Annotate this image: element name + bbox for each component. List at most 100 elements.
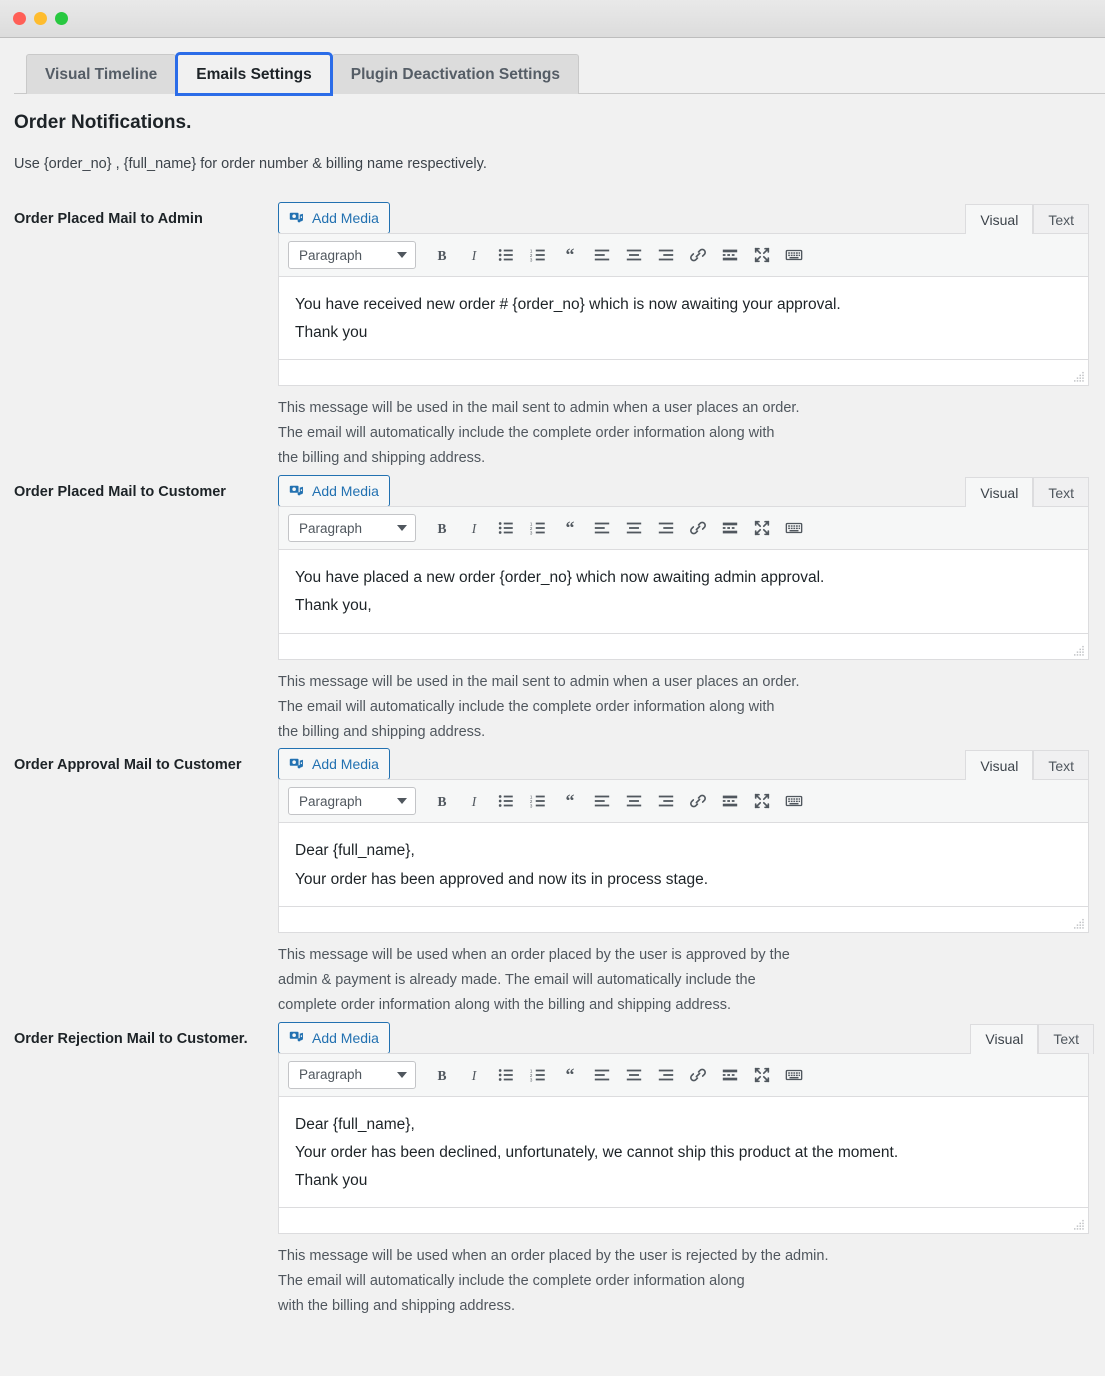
keyboard-shortcuts-icon[interactable]	[778, 787, 809, 815]
minimize-window-icon[interactable]	[34, 12, 47, 25]
notification-row: Order Placed Mail to Customer Add Media Vi…	[14, 471, 1089, 744]
editor-tab-visual[interactable]: Visual	[965, 204, 1034, 234]
add-media-button[interactable]: Add Media	[278, 1021, 390, 1054]
align-left-icon[interactable]	[586, 787, 617, 815]
add-media-label: Add Media	[312, 210, 379, 226]
tab-plugin-deactivation-settings[interactable]: Plugin Deactivation Settings	[331, 54, 580, 94]
field-help-line: admin & payment is already made. The ema…	[278, 971, 756, 988]
add-media-button[interactable]: Add Media	[278, 202, 390, 234]
page-subtitle: Use {order_no} , {full_name} for order n…	[14, 156, 487, 172]
read-more-icon[interactable]	[714, 241, 745, 269]
align-center-icon[interactable]	[618, 787, 649, 815]
add-media-label: Add Media	[312, 483, 379, 500]
format-select[interactable]: Paragraph	[288, 241, 416, 269]
media-icon	[288, 1029, 305, 1046]
media-icon	[288, 756, 305, 773]
align-left-icon[interactable]	[586, 514, 617, 542]
editor-tab-text[interactable]: Text	[1033, 750, 1089, 781]
align-right-icon[interactable]	[650, 241, 681, 269]
italic-icon[interactable]: I	[458, 787, 489, 815]
editor-tab-text[interactable]: Text	[1033, 204, 1089, 234]
keyboard-shortcuts-icon[interactable]	[778, 514, 809, 542]
link-icon[interactable]	[682, 1061, 713, 1089]
numbered-list-icon[interactable]: 123	[522, 241, 553, 269]
align-center-icon[interactable]	[618, 241, 649, 269]
link-icon[interactable]	[682, 787, 713, 815]
blockquote-icon[interactable]: “	[554, 241, 585, 269]
editor-tab-visual[interactable]: Visual	[965, 750, 1034, 781]
italic-icon[interactable]: I	[458, 241, 489, 269]
align-right-icon[interactable]	[650, 787, 681, 815]
blockquote-icon[interactable]: “	[554, 787, 585, 815]
read-more-icon[interactable]	[714, 514, 745, 542]
notification-row-label: Order Placed Mail to Customer	[14, 484, 226, 501]
blockquote-icon[interactable]: “	[554, 1061, 585, 1089]
align-right-icon[interactable]	[650, 514, 681, 542]
format-select[interactable]: Paragraph	[288, 1060, 416, 1089]
numbered-list-icon[interactable]: 123	[522, 514, 553, 542]
numbered-list-icon[interactable]: 123	[522, 1061, 553, 1089]
bold-icon[interactable]: B	[426, 514, 457, 542]
italic-icon[interactable]: I	[458, 1061, 489, 1089]
editor-statusbar	[279, 905, 1088, 932]
add-media-label: Add Media	[312, 1029, 379, 1046]
align-right-icon[interactable]	[650, 1061, 681, 1089]
bulleted-list-icon[interactable]	[490, 1061, 521, 1089]
read-more-icon[interactable]	[714, 1061, 745, 1089]
align-center-icon[interactable]	[618, 514, 649, 542]
fullscreen-icon[interactable]	[746, 1061, 777, 1089]
bulleted-list-icon[interactable]	[490, 514, 521, 542]
editor-tab-text[interactable]: Text	[1038, 1023, 1094, 1054]
add-media-button[interactable]: Add Media	[278, 748, 390, 781]
editor-toolbar: Paragraph B I 1 2 3 “	[279, 1053, 1088, 1097]
read-more-icon[interactable]	[714, 787, 745, 815]
rich-text-editor: Paragraph B I 1 2 3 “ You have received new ord…	[278, 233, 1089, 387]
italic-icon[interactable]: I	[458, 514, 489, 542]
keyboard-shortcuts-icon[interactable]	[778, 1061, 809, 1089]
editor-body[interactable]: Dear {full_name}, Your order has been dec…	[279, 1096, 1088, 1208]
bold-icon[interactable]: B	[426, 787, 457, 815]
notification-row-label: Order Placed Mail to Admin	[14, 211, 203, 227]
align-left-icon[interactable]	[586, 1061, 617, 1089]
bold-icon[interactable]: B	[426, 1061, 457, 1089]
editor-body[interactable]: Dear {full_name}, Your order has been app…	[279, 823, 1088, 906]
link-icon[interactable]	[682, 241, 713, 269]
close-window-icon[interactable]	[13, 12, 26, 25]
notification-row: Order Placed Mail to Admin Add Media Visua…	[14, 198, 1089, 471]
format-select[interactable]: Paragraph	[288, 787, 416, 816]
align-left-icon[interactable]	[586, 241, 617, 269]
tab-label: Plugin Deactivation Settings	[350, 65, 561, 83]
blockquote-icon[interactable]: “	[554, 514, 585, 542]
bold-icon[interactable]: B	[426, 241, 457, 269]
zoom-window-icon[interactable]	[55, 12, 68, 25]
chevron-down-icon	[397, 1071, 407, 1078]
add-media-button[interactable]: Add Media	[278, 475, 390, 508]
tab-emails-settings[interactable]: Emails Settings	[175, 52, 333, 96]
format-select[interactable]: Paragraph	[288, 514, 416, 543]
editor-body[interactable]: You have received new order # {order_no}…	[279, 277, 1088, 360]
editor-tab-text[interactable]: Text	[1033, 477, 1089, 508]
editor-tab-visual[interactable]: Visual	[970, 1023, 1039, 1054]
link-icon[interactable]	[682, 514, 713, 542]
align-center-icon[interactable]	[618, 1061, 649, 1089]
bulleted-list-icon[interactable]	[490, 787, 521, 815]
editor-statusbar	[279, 1207, 1088, 1234]
editor-body[interactable]: You have placed a new order {order_no} w…	[279, 550, 1088, 633]
page-title: Order Notifications.	[14, 112, 192, 133]
editor-tab-visual[interactable]: Visual	[965, 477, 1034, 508]
editor-tab-label: Visual	[980, 484, 1019, 501]
tab-label: Visual Timeline	[45, 65, 158, 83]
fullscreen-icon[interactable]	[746, 787, 777, 815]
numbered-list-icon[interactable]: 123	[522, 787, 553, 815]
editor-tab-label: Visual	[980, 757, 1019, 774]
field-help-line: This message will be used in the mail se…	[278, 673, 800, 690]
bulleted-list-icon[interactable]	[490, 241, 521, 269]
fullscreen-icon[interactable]	[746, 514, 777, 542]
fullscreen-icon[interactable]	[746, 241, 777, 269]
editor-toolbar: Paragraph B I 1 2 3 “	[279, 507, 1088, 551]
keyboard-shortcuts-icon[interactable]	[778, 241, 809, 269]
svg-text:I: I	[470, 1068, 477, 1083]
tab-visual-timeline[interactable]: Visual Timeline	[26, 54, 177, 94]
svg-text:“: “	[565, 246, 574, 264]
field-help-text: This message will be used when an order …	[278, 1244, 1089, 1319]
